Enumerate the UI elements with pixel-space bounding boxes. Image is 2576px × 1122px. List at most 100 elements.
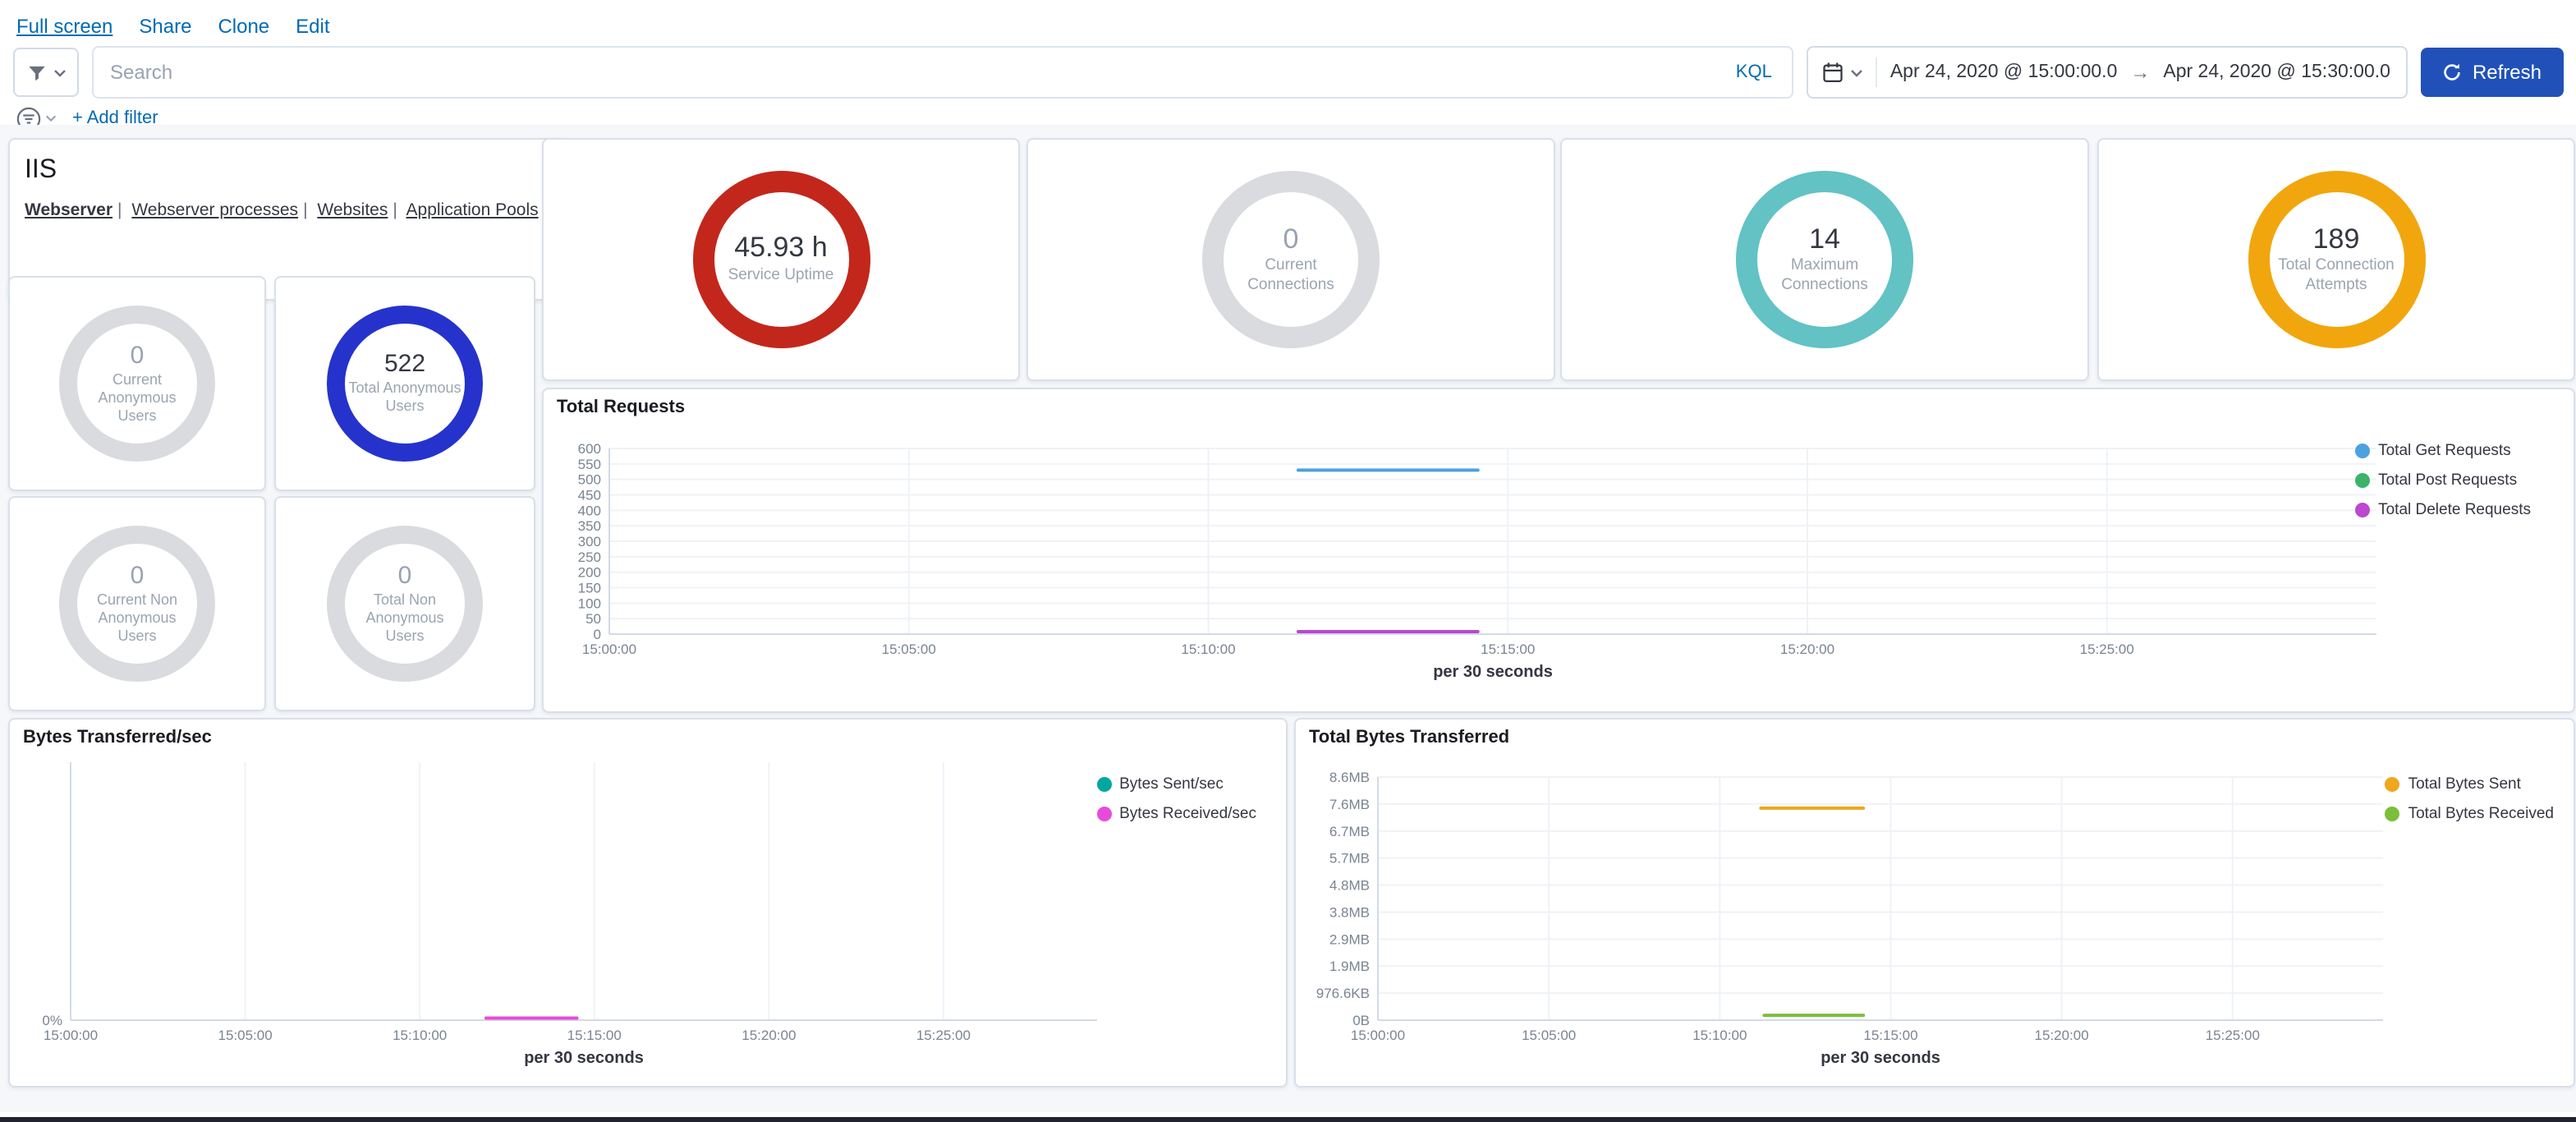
svg-text:350: 350 [578,518,601,534]
series-color-dot [2385,807,2400,821]
legend-item-total-bytes-sent[interactable]: Total Bytes Sent [2385,775,2521,793]
full-screen-link[interactable]: Full screen [16,15,112,38]
svg-text:8.6MB: 8.6MB [1329,770,1370,785]
current-non-anonymous-users-gauge-ring: 0 Current Non Anonymous Users [59,526,215,682]
search-input[interactable] [94,61,1716,84]
service-uptime-gauge-ring: 45.93 h Service Uptime [692,171,870,348]
panel-total-bytes-transferred-chart: Total Bytes Transferred 15:00:00 15:05:00… [1294,718,2575,1088]
svg-text:500: 500 [578,472,601,488]
calendar-icon [1821,61,1844,84]
panel-total-non-anonymous-users-gauge: 0 Total Non Anonymous Users [274,496,535,711]
current-connections-gauge-ring: 0 Current Connections [1202,171,1380,348]
clone-link[interactable]: Clone [218,15,269,38]
edit-link[interactable]: Edit [296,15,329,38]
panel-total-connection-attempts-gauge: 189 Total Connection Attempts [2097,138,2575,381]
svg-text:300: 300 [578,534,601,550]
svg-text:15:00:00: 15:00:00 [582,641,636,657]
panel-service-uptime-gauge: 45.93 h Service Uptime [542,138,1020,381]
legend-label: Bytes Sent/sec [1119,775,1224,793]
svg-text:1.9MB: 1.9MB [1329,959,1370,974]
svg-text:per 30 seconds: per 30 seconds [524,1049,644,1067]
svg-text:0: 0 [594,627,601,642]
svg-text:15:05:00: 15:05:00 [882,641,936,657]
svg-text:15:25:00: 15:25:00 [2206,1028,2260,1043]
total-bytes-transferred-chart[interactable]: 15:00:0015:05:0015:10:0015:15:0015:20:00… [1296,720,2574,1086]
svg-text:976.6KB: 976.6KB [1316,986,1370,1001]
series-color-dot [2385,777,2400,792]
svg-text:15:10:00: 15:10:00 [393,1028,447,1043]
gauge-label: Current Connections [1225,257,1357,295]
chart-legend: Total Bytes Sent Total Bytes Received [2385,775,2554,823]
chevron-down-icon [52,65,67,80]
svg-text:per 30 seconds: per 30 seconds [1821,1049,1940,1067]
refresh-icon [2443,62,2463,82]
total-requests-chart[interactable]: 15:00:0015:05:0015:10:0015:15:0015:20:00… [544,389,2574,711]
date-picker[interactable]: Apr 24, 2020 @ 15:00:00.0 → Apr 24, 2020… [1807,46,2408,99]
total-non-anonymous-users-gauge-ring: 0 Total Non Anonymous Users [327,526,483,682]
bytes-transferred-per-sec-chart[interactable]: 15:00:0015:05:0015:10:0015:15:0015:20:00… [10,720,1286,1086]
legend-item-total-bytes-received[interactable]: Total Bytes Received [2385,805,2554,823]
panel-current-non-anonymous-users-gauge: 0 Current Non Anonymous Users [8,496,266,711]
svg-text:5.7MB: 5.7MB [1329,851,1370,867]
panel-bytes-transferred-per-sec-chart: Bytes Transferred/sec 15:00:0015:05:0015… [8,718,1288,1088]
webserver-processes-link[interactable]: Webserver processes [131,200,298,220]
webserver-link[interactable]: Webserver [25,200,112,220]
legend-label: Total Delete Requests [2378,501,2531,519]
date-range-arrow-icon: → [2130,61,2150,84]
maximum-connections-gauge-ring: 14 Maximum Connections [1736,171,1913,348]
kibana-dashboard: Full screen Share Clone Edit KQL [0,0,2576,1122]
svg-text:400: 400 [578,503,601,518]
gauge-label: Total Anonymous Users [347,380,462,416]
chevron-down-icon [44,112,57,125]
link-separator: | [117,200,122,220]
gauge-label: Current Non Anonymous Users [80,591,195,645]
chart-legend: Total Get Requests Total Post Requests T… [2355,442,2531,519]
gauge-value: 0 [131,343,145,370]
svg-text:15:00:00: 15:00:00 [1351,1028,1405,1043]
svg-text:15:10:00: 15:10:00 [1181,641,1235,657]
application-pools-link[interactable]: Application Pools [406,200,539,220]
svg-text:15:10:00: 15:10:00 [1692,1028,1747,1043]
legend-item-total-post-requests[interactable]: Total Post Requests [2355,471,2517,490]
svg-text:250: 250 [578,550,601,565]
chevron-down-icon [1849,65,1864,80]
svg-text:15:05:00: 15:05:00 [1522,1028,1576,1043]
svg-text:15:15:00: 15:15:00 [1481,641,1535,657]
iis-links-row: Webserver| Webserver processes| Websites… [25,200,550,220]
panel-total-anonymous-users-gauge: 522 Total Anonymous Users [274,276,535,491]
legend-item-bytes-sent-sec[interactable]: Bytes Sent/sec [1096,775,1224,793]
iis-panel-title: IIS [25,156,550,186]
refresh-label: Refresh [2473,61,2542,84]
legend-label: Total Bytes Sent [2408,775,2521,793]
date-picker-menu[interactable] [1821,57,1877,87]
svg-text:2.9MB: 2.9MB [1329,931,1370,947]
gauge-value: 522 [384,352,425,379]
series-color-dot [2355,444,2370,458]
link-separator: | [393,200,397,220]
svg-text:150: 150 [578,581,601,596]
svg-text:450: 450 [578,488,601,504]
search-bar: KQL [92,46,1793,99]
gauge-value: 45.93 h [734,234,827,264]
svg-text:7.6MB: 7.6MB [1329,797,1370,812]
legend-item-total-get-requests[interactable]: Total Get Requests [2355,442,2511,460]
legend-item-total-delete-requests[interactable]: Total Delete Requests [2355,501,2531,519]
svg-text:50: 50 [585,611,601,627]
svg-text:3.8MB: 3.8MB [1329,904,1370,920]
chart-title: Total Bytes Transferred [1309,728,1509,747]
svg-text:600: 600 [578,441,601,457]
kql-button[interactable]: KQL [1716,62,1792,82]
saved-query-menu-button[interactable] [13,48,79,97]
filter-icon [25,62,47,83]
websites-link[interactable]: Websites [317,200,388,220]
svg-text:0%: 0% [42,1013,62,1028]
refresh-button[interactable]: Refresh [2422,48,2563,97]
share-link[interactable]: Share [139,15,191,38]
series-color-dot [2355,503,2370,517]
date-from[interactable]: Apr 24, 2020 @ 15:00:00.0 [1890,62,2118,82]
dashboard-grid: IIS Webserver| Webserver processes| Webs… [0,125,2576,1112]
legend-item-bytes-received-sec[interactable]: Bytes Received/sec [1096,805,1256,823]
date-to[interactable]: Apr 24, 2020 @ 15:30:00.0 [2163,62,2390,82]
chart-legend: Bytes Sent/sec Bytes Received/sec [1096,775,1256,823]
gauge-value: 189 [2313,225,2360,255]
